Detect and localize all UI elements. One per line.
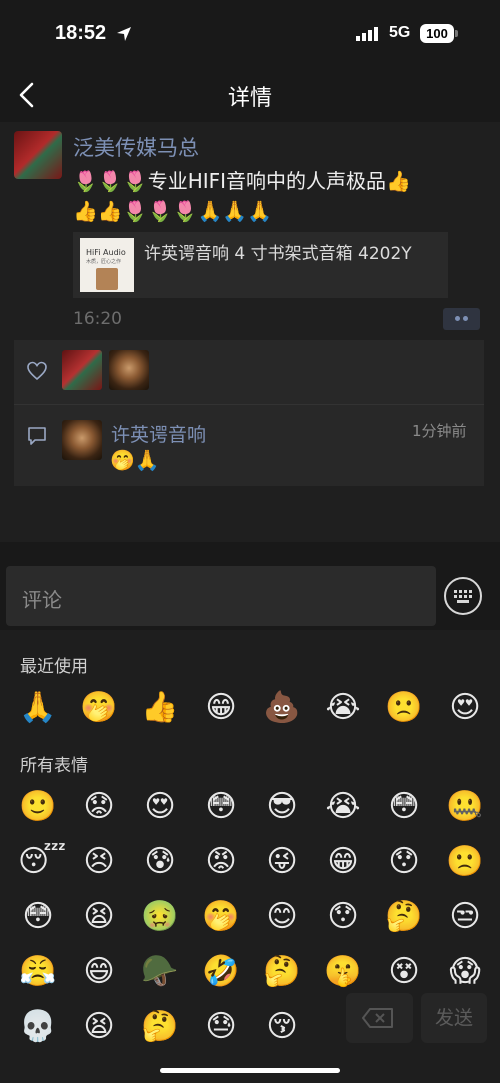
emoji-button[interactable]: 😳 <box>384 787 424 827</box>
emoji-button[interactable]: 😴 <box>18 842 66 882</box>
all-emoji-label: 所有表情 <box>20 756 88 776</box>
page-title: 详情 <box>227 86 272 111</box>
emoji-button[interactable]: 😰 <box>140 842 180 882</box>
emoji-button[interactable]: 😍 <box>445 688 485 728</box>
emoji-button[interactable]: 🤫 <box>323 952 363 992</box>
post-text-line-2: 👍👍🌷🌷🌷🙏🙏🙏 <box>73 199 273 223</box>
emoji-button[interactable]: 😱 <box>445 952 485 992</box>
link-title: 许英谔音响 4 寸书架式音箱 4202Y <box>144 244 412 264</box>
commenter-name[interactable]: 许英谔音响 <box>111 420 206 447</box>
emoji-button[interactable]: 😵 <box>384 952 424 992</box>
emoji-button[interactable]: 🤣 <box>201 952 241 992</box>
emoji-button[interactable]: 😊 <box>262 897 302 937</box>
signal-icon <box>356 27 378 41</box>
emoji-button[interactable]: 😳 <box>201 787 241 827</box>
status-time: 18:52 <box>55 22 107 44</box>
emoji-button[interactable]: 😭 <box>323 787 363 827</box>
emoji-button[interactable]: 🤭 <box>79 688 119 728</box>
emoji-button[interactable]: 🤔 <box>262 952 302 992</box>
more-dot <box>455 316 460 321</box>
delete-button[interactable] <box>346 993 413 1043</box>
emoji-button[interactable]: 🙁 <box>445 842 485 882</box>
emoji-button[interactable]: 😯 <box>384 842 424 882</box>
emoji-button[interactable]: 🙁 <box>384 688 424 728</box>
emoji-button[interactable]: 😓 <box>201 1007 241 1047</box>
emoji-button[interactable]: 🤢 <box>140 897 180 937</box>
emoji-button[interactable]: 😚 <box>262 1007 302 1047</box>
location-arrow-icon <box>117 27 131 41</box>
more-options-button[interactable] <box>443 308 480 330</box>
speaker-image <box>96 268 118 290</box>
emoji-button[interactable]: 🙏 <box>18 688 58 728</box>
backspace-icon <box>362 1008 393 1028</box>
emoji-button[interactable]: 😍 <box>140 787 180 827</box>
divider <box>14 404 484 405</box>
heart-icon <box>27 361 47 381</box>
emoji-button[interactable]: 🤐 <box>445 787 485 827</box>
emoji-button[interactable]: 😭 <box>323 688 363 728</box>
emoji-button[interactable]: 😁 <box>201 688 241 728</box>
author-avatar[interactable] <box>14 131 62 179</box>
liker-avatar[interactable] <box>109 350 149 390</box>
emoji-button[interactable]: 😄 <box>79 952 119 992</box>
home-indicator <box>160 1068 340 1073</box>
emoji-button[interactable]: 💀 <box>18 1007 58 1047</box>
send-button[interactable]: 发送 <box>421 993 487 1043</box>
post-time: 16:20 <box>73 309 122 329</box>
emoji-button[interactable]: 😟 <box>79 787 119 827</box>
link-thumbnail-sub: 木质，匠心之作 <box>86 259 122 265</box>
emoji-button[interactable]: 🪖 <box>140 952 180 992</box>
comment-text: 🤭🙏 <box>110 448 160 472</box>
emoji-button[interactable]: 😁 <box>323 842 363 882</box>
commenter-avatar[interactable] <box>62 420 102 460</box>
emoji-button[interactable]: 👍 <box>140 688 180 728</box>
comment-icon <box>28 427 46 445</box>
post-text: 🌷🌷🌷专业HIFI音响中的人声极品👍 👍👍🌷🌷🌷🙏🙏🙏 <box>73 166 483 226</box>
comment-time: 1分钟前 <box>412 422 467 440</box>
battery-tip <box>455 30 458 37</box>
emoji-button[interactable]: 🤔 <box>384 897 424 937</box>
emoji-button[interactable]: 😜 <box>262 842 302 882</box>
emoji-button[interactable]: 🙂 <box>18 787 58 827</box>
keyboard-toggle-button[interactable] <box>444 577 482 615</box>
more-dot <box>463 316 468 321</box>
comment-input-placeholder: 评论 <box>22 588 62 612</box>
emoji-button[interactable]: 😒 <box>445 897 485 937</box>
liker-avatar[interactable] <box>62 350 102 390</box>
keyboard-icon <box>454 590 472 603</box>
emoji-button[interactable]: 😳 <box>18 897 58 937</box>
emoji-button[interactable]: 🤭 <box>201 897 241 937</box>
network-label: 5G <box>389 24 411 41</box>
emoji-button[interactable]: 😫 <box>79 897 119 937</box>
emoji-button[interactable]: 😡 <box>201 842 241 882</box>
recent-emoji-label: 最近使用 <box>20 657 88 677</box>
post-text-line-1: 🌷🌷🌷专业HIFI音响中的人声极品👍 <box>73 169 411 193</box>
emoji-button[interactable]: 😤 <box>18 952 58 992</box>
battery-icon: 100 <box>420 24 454 43</box>
emoji-button[interactable]: 😯 <box>323 897 363 937</box>
emoji-button[interactable]: 💩 <box>262 688 302 728</box>
comment-input[interactable] <box>6 566 436 626</box>
link-thumbnail-label: HiFi Audio <box>86 248 126 257</box>
emoji-button[interactable]: 😣 <box>79 842 119 882</box>
emoji-button[interactable]: 🤔 <box>140 1007 180 1047</box>
emoji-button[interactable]: 😎 <box>262 787 302 827</box>
emoji-button[interactable]: 😫 <box>79 1007 119 1047</box>
author-name[interactable]: 泛美传媒马总 <box>73 132 199 162</box>
